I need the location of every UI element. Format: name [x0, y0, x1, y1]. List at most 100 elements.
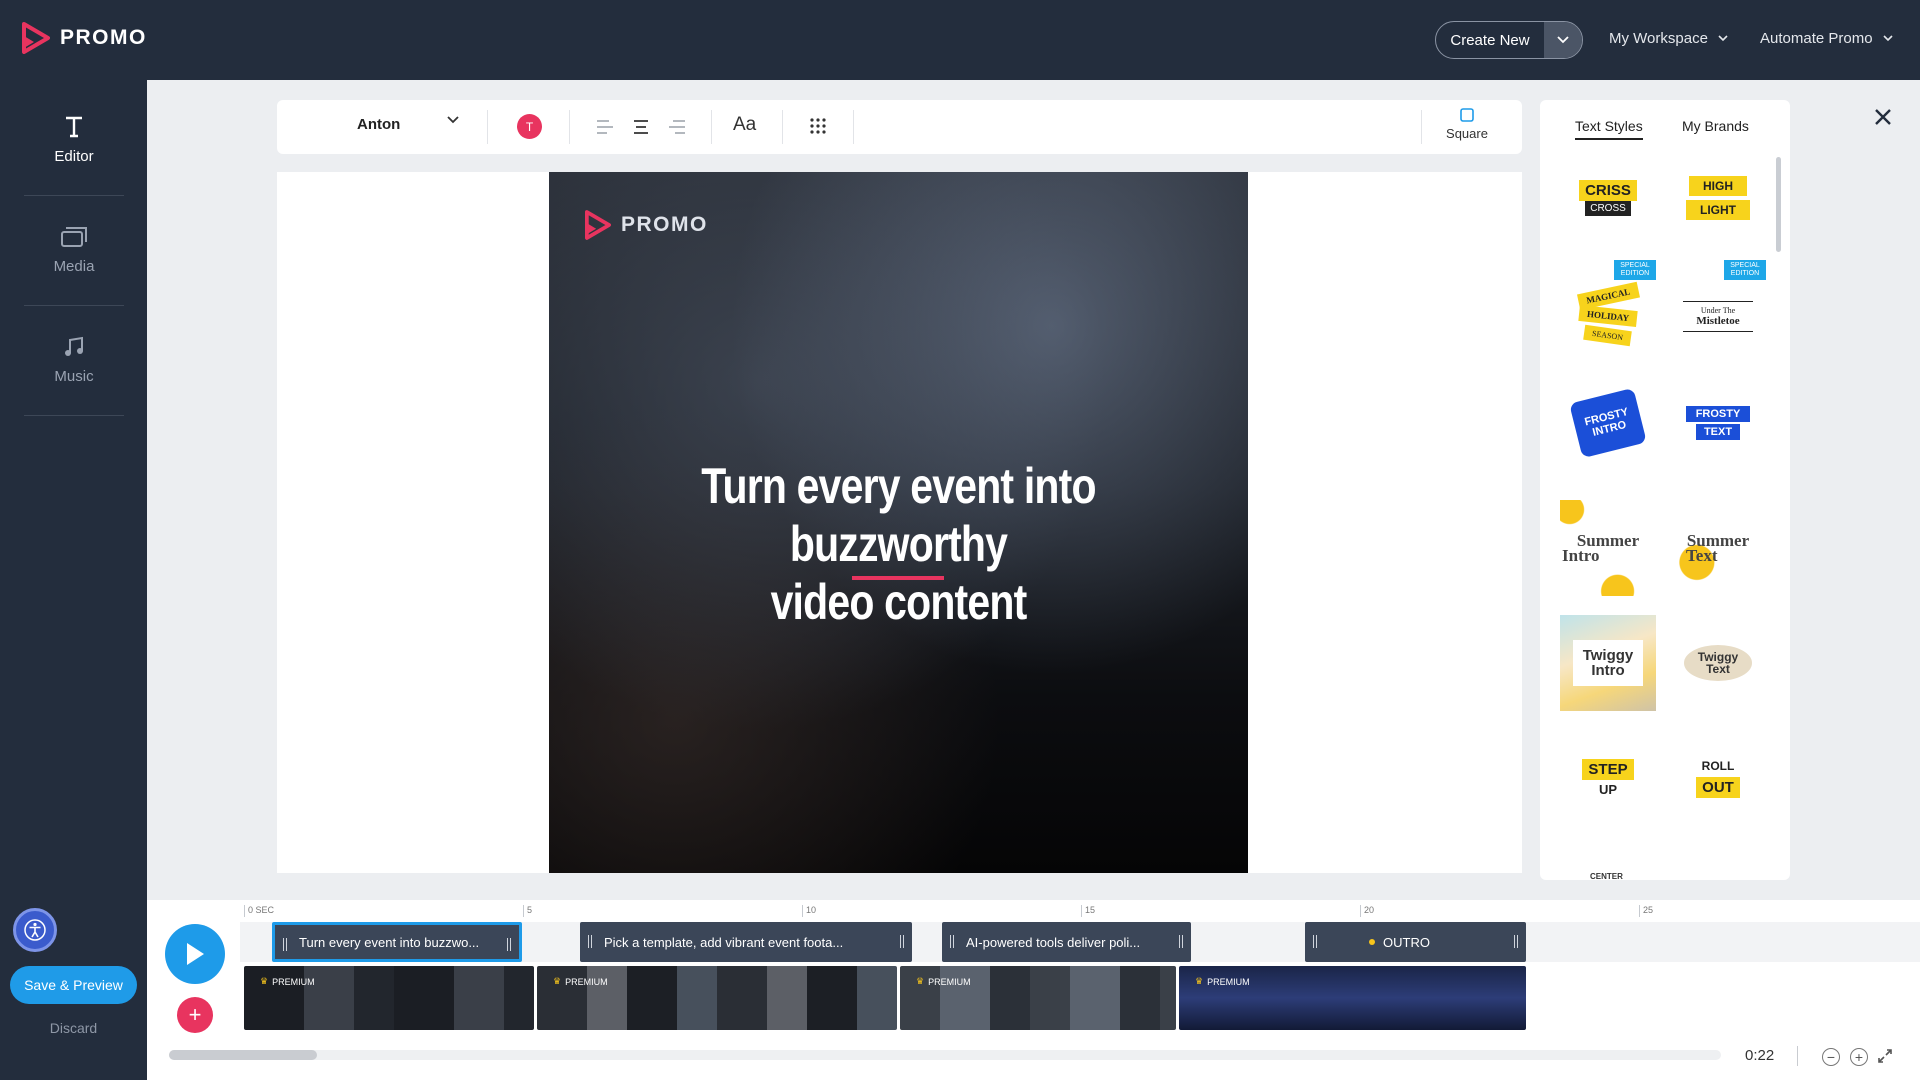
divider: [1797, 1046, 1798, 1066]
save-preview-button[interactable]: Save & Preview: [10, 966, 137, 1004]
create-new-button[interactable]: Create New: [1435, 21, 1583, 59]
style-tile-summer-text[interactable]: Summer Text: [1670, 500, 1766, 596]
tile-line: LIGHT: [1686, 200, 1750, 220]
accessibility-button[interactable]: [13, 908, 57, 952]
tab-text-styles[interactable]: Text Styles: [1575, 118, 1643, 140]
drag-handle-icon[interactable]: [283, 938, 287, 951]
promo-logo[interactable]: PROMO: [22, 22, 147, 54]
video-preview[interactable]: PROMO Turn every event into buzzworthy v…: [549, 172, 1248, 873]
sidebar-item-media[interactable]: Media: [24, 196, 124, 306]
sidebar-item-music[interactable]: Music: [24, 306, 124, 416]
timeline-scrollbar-thumb[interactable]: [169, 1050, 317, 1060]
divider: [569, 110, 570, 144]
play-button[interactable]: [165, 924, 225, 984]
style-tile-mistletoe[interactable]: SPECIAL EDITION Under The Mistletoe: [1670, 260, 1766, 356]
watermark-logo: PROMO: [585, 210, 708, 240]
tile-line: HIGH: [1689, 176, 1747, 196]
create-new-dropdown[interactable]: [1544, 22, 1582, 58]
tile-line: TEXT: [1695, 424, 1741, 440]
top-bar: PROMO Create New My Workspace Automate P…: [0, 0, 1920, 80]
clip-label: AI-powered tools deliver poli...: [966, 934, 1141, 950]
zoom-in-icon[interactable]: +: [1850, 1048, 1868, 1066]
automate-promo-menu[interactable]: Automate Promo: [1760, 30, 1893, 47]
crown-icon: ♛: [260, 976, 269, 986]
aspect-ratio-button[interactable]: Square: [1432, 108, 1502, 141]
style-tile-frosty-text[interactable]: FROSTY TEXT: [1670, 375, 1766, 471]
style-tile-partial[interactable]: CENTER: [1590, 872, 1623, 880]
zoom-out-icon[interactable]: −: [1822, 1048, 1840, 1066]
ruler-tick: 0 SEC: [244, 905, 274, 917]
my-workspace-menu[interactable]: My Workspace: [1609, 30, 1728, 47]
align-right-icon[interactable]: [667, 117, 687, 137]
style-tile-high-light[interactable]: HIGH LIGHT: [1670, 150, 1766, 246]
video-clip[interactable]: ♛ PREMIUM: [900, 966, 1176, 1030]
text-icon: [66, 116, 82, 138]
grid-dots-icon[interactable]: [809, 117, 827, 135]
font-selector[interactable]: Anton: [357, 116, 400, 133]
premium-label: PREMIUM: [565, 976, 608, 987]
drag-handle-icon[interactable]: [1514, 935, 1518, 948]
premium-label: PREMIUM: [1207, 976, 1250, 987]
video-clip[interactable]: ♛ PREMIUM: [537, 966, 897, 1030]
tile-line: SEASON: [1583, 324, 1633, 346]
outro-dot: [1369, 939, 1375, 945]
drag-handle-icon[interactable]: [1313, 935, 1317, 948]
promo-logo-icon: [22, 22, 50, 54]
close-icon[interactable]: [1872, 106, 1894, 128]
timeline-scrollbar[interactable]: [169, 1050, 1721, 1060]
style-tile-roll-out[interactable]: ROLL OUT: [1670, 730, 1766, 826]
clip-label: Turn every event into buzzwo...: [299, 934, 480, 950]
sidebar-item-editor[interactable]: Editor: [24, 86, 124, 196]
style-tile-twiggy-text[interactable]: Twiggy Text: [1670, 615, 1766, 711]
style-tile-magical-holiday[interactable]: SPECIAL EDITION MAGICAL HOLIDAY SEASON: [1560, 260, 1656, 356]
automate-promo-label: Automate Promo: [1760, 30, 1873, 47]
drag-handle-icon[interactable]: [507, 938, 511, 951]
style-tile-summer-intro[interactable]: Summer Intro: [1560, 500, 1656, 596]
watermark-text: PROMO: [621, 213, 708, 236]
sidebar-item-label: Music: [54, 368, 94, 385]
plus-icon: +: [188, 1002, 202, 1027]
discard-link[interactable]: Discard: [0, 1020, 147, 1036]
panel-scrollbar[interactable]: [1776, 157, 1781, 252]
text-size-button[interactable]: Aa: [733, 114, 756, 136]
drag-handle-icon[interactable]: [588, 935, 592, 948]
headline-underline: [852, 576, 944, 580]
create-new-label: Create New: [1450, 31, 1530, 49]
drag-handle-icon[interactable]: [900, 935, 904, 948]
tile-line: HOLIDAY: [1578, 304, 1638, 327]
fit-to-screen-icon[interactable]: [1877, 1048, 1893, 1064]
headline-text[interactable]: Turn every event into buzzworthy video c…: [612, 457, 1185, 631]
tile-line: UP: [1598, 782, 1618, 797]
align-center-icon[interactable]: [631, 117, 651, 137]
chevron-down-icon[interactable]: [447, 116, 459, 124]
special-edition-badge: SPECIAL EDITION: [1724, 260, 1766, 280]
add-scene-button[interactable]: +: [177, 997, 213, 1033]
style-tile-step-up[interactable]: STEP UP: [1560, 730, 1656, 826]
text-clip[interactable]: Turn every event into buzzwo...: [272, 922, 522, 962]
my-workspace-label: My Workspace: [1609, 30, 1708, 47]
tile-line: CRISS: [1579, 180, 1637, 201]
video-clip[interactable]: ♛ PREMIUM: [244, 966, 534, 1030]
video-clip[interactable]: ♛ PREMIUM: [1179, 966, 1526, 1030]
duration-label: 0:22: [1745, 1047, 1775, 1064]
ruler-tick: 10: [802, 905, 816, 917]
style-tile-frosty-intro[interactable]: FROSTY INTRO: [1560, 375, 1656, 471]
tab-my-brands[interactable]: My Brands: [1682, 118, 1749, 134]
divider: [711, 110, 712, 144]
square-icon: [1460, 108, 1474, 122]
divider: [853, 110, 854, 144]
text-clip[interactable]: AI-powered tools deliver poli...: [942, 922, 1191, 962]
text-clip[interactable]: Pick a template, add vibrant event foota…: [580, 922, 912, 962]
crown-icon: ♛: [553, 976, 562, 986]
tile-line: Text: [1706, 662, 1730, 676]
tile-line: Twiggy: [1582, 647, 1634, 664]
drag-handle-icon[interactable]: [950, 935, 954, 948]
align-left-icon[interactable]: [595, 117, 615, 137]
text-color-button[interactable]: T: [517, 114, 542, 139]
style-tile-criss-cross[interactable]: CRISS CROSS: [1560, 150, 1656, 246]
style-tile-twiggy-intro[interactable]: Twiggy Intro: [1560, 615, 1656, 711]
clip-label: Pick a template, add vibrant event foota…: [604, 934, 844, 950]
clip-label: OUTRO: [1383, 934, 1430, 950]
drag-handle-icon[interactable]: [1179, 935, 1183, 948]
outro-clip[interactable]: OUTRO: [1305, 922, 1526, 962]
